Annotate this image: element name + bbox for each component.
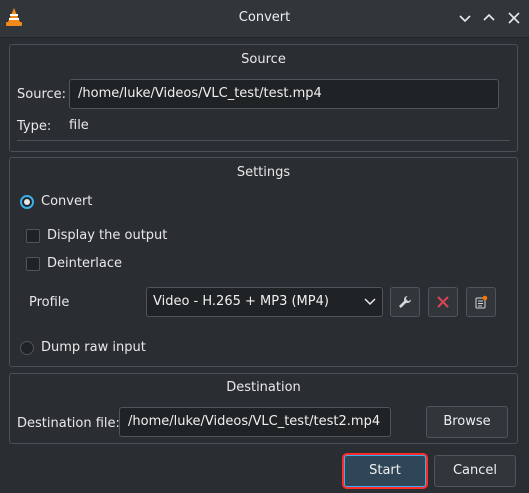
display-output-label[interactable]: Display the output bbox=[47, 228, 167, 243]
deinterlace-checkbox[interactable] bbox=[26, 257, 40, 271]
profile-select[interactable]: Video - H.265 + MP3 (MP4) bbox=[146, 287, 383, 317]
source-divider bbox=[17, 140, 510, 141]
source-group-title: Source bbox=[241, 52, 286, 67]
destination-file-label: Destination file: bbox=[17, 416, 120, 431]
minimize-button[interactable] bbox=[456, 9, 474, 27]
edit-profile-button[interactable] bbox=[390, 287, 420, 317]
delete-x-icon bbox=[437, 296, 449, 308]
maximize-button[interactable] bbox=[480, 9, 498, 27]
close-icon bbox=[508, 12, 520, 24]
settings-group: Settings Convert Display the output Dein… bbox=[9, 157, 518, 367]
title-bar: Convert bbox=[0, 0, 529, 38]
settings-group-title: Settings bbox=[236, 165, 291, 180]
source-field[interactable]: /home/luke/Videos/VLC_test/test.mp4 bbox=[69, 79, 499, 109]
destination-file-field[interactable]: /home/luke/Videos/VLC_test/test2.mp4 bbox=[119, 407, 391, 437]
dump-raw-label[interactable]: Dump raw input bbox=[41, 340, 146, 355]
profile-select-value: Video - H.265 + MP3 (MP4) bbox=[153, 294, 329, 309]
chevron-down-icon bbox=[364, 298, 376, 306]
chevron-down-icon bbox=[459, 15, 471, 23]
browse-button[interactable]: Browse bbox=[426, 406, 508, 438]
destination-group-title: Destination bbox=[226, 380, 301, 395]
cancel-button[interactable]: Cancel bbox=[434, 455, 516, 487]
wrench-icon bbox=[399, 296, 411, 308]
start-button[interactable]: Start bbox=[344, 455, 426, 487]
source-group: Source Source: /home/luke/Videos/VLC_tes… bbox=[9, 44, 518, 152]
type-label: Type: bbox=[17, 119, 52, 134]
convert-radio[interactable] bbox=[20, 195, 34, 209]
source-label: Source: bbox=[17, 87, 67, 102]
new-profile-button[interactable] bbox=[466, 287, 496, 317]
convert-label[interactable]: Convert bbox=[41, 194, 92, 209]
dump-raw-radio[interactable] bbox=[20, 341, 34, 355]
type-value: file bbox=[69, 118, 89, 133]
display-output-checkbox[interactable] bbox=[26, 229, 40, 243]
chevron-up-icon bbox=[483, 13, 495, 21]
delete-profile-button[interactable] bbox=[428, 287, 458, 317]
destination-group: Destination Destination file: /home/luke… bbox=[9, 373, 518, 444]
deinterlace-label[interactable]: Deinterlace bbox=[47, 256, 122, 271]
close-window-button[interactable] bbox=[505, 9, 523, 27]
profile-label: Profile bbox=[29, 295, 70, 310]
new-profile-icon bbox=[475, 295, 488, 309]
window-title: Convert bbox=[238, 10, 291, 25]
